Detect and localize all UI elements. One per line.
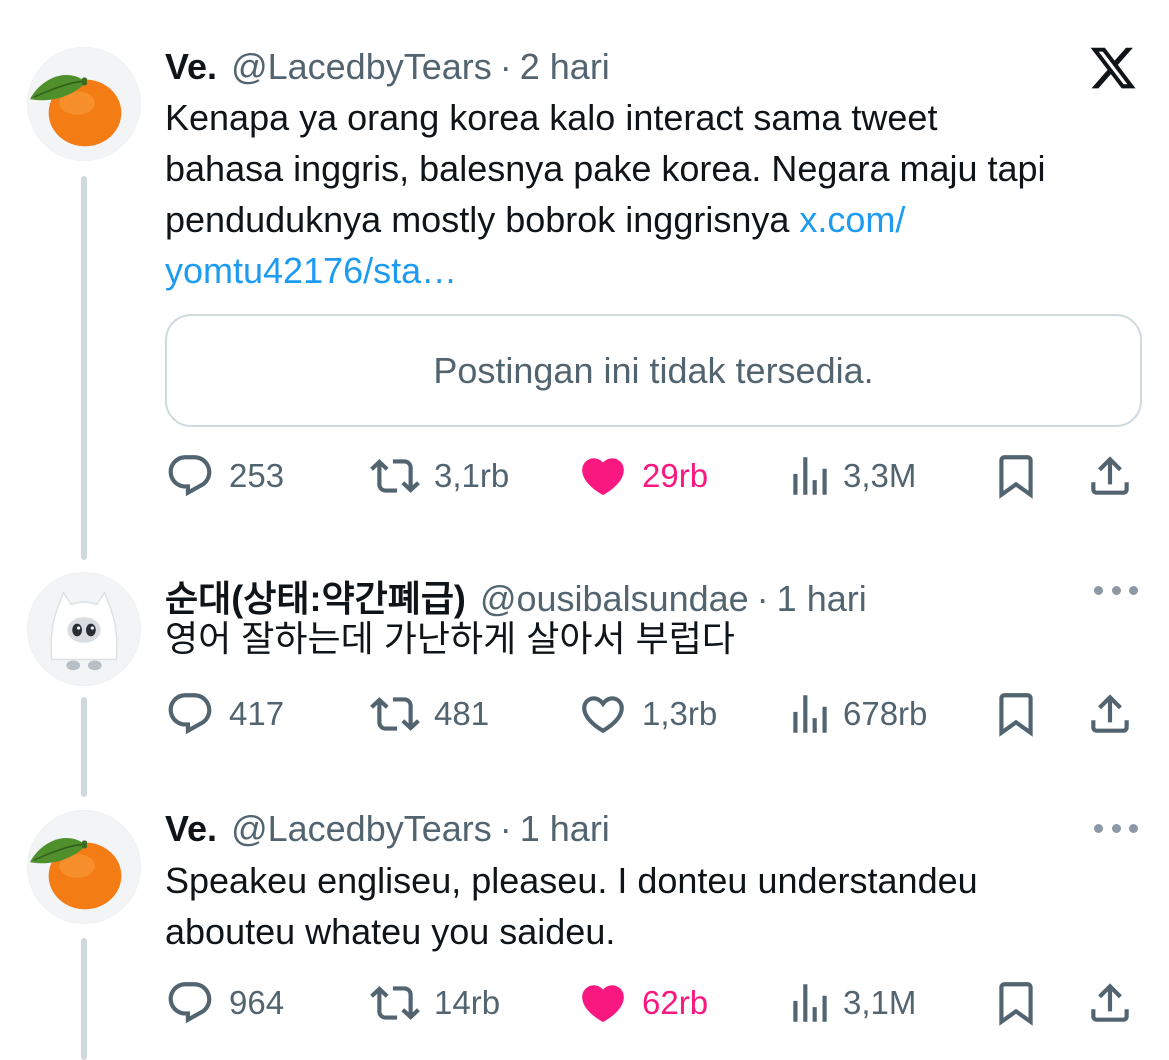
views-count: 3,3M <box>843 457 917 494</box>
tweet-text-line: yomtu42176/sta… <box>165 245 1046 296</box>
bookmark-button[interactable] <box>991 684 1041 744</box>
more-dot <box>1129 585 1138 595</box>
reply-button[interactable]: 417 <box>165 684 284 744</box>
separator-dot: · <box>499 808 512 849</box>
tweet-text-line: abouteu whateu you saideu. <box>165 911 616 952</box>
separator-dot: · <box>756 578 769 619</box>
reply-icon <box>168 455 212 497</box>
tweet-text-line: 영어 잘하는데 가난하게 살아서 부럽다 <box>165 618 735 659</box>
avatar[interactable] <box>27 47 141 161</box>
action-bar: 417 481 1,3rb 678rb <box>165 684 1140 744</box>
display-name[interactable]: Ve. <box>165 46 217 88</box>
timestamp[interactable]: 1 hari <box>520 808 610 850</box>
display-name[interactable]: Ve. <box>165 808 217 850</box>
quoted-post-unavailable: Postingan ini tidak tersedia. <box>165 314 1142 427</box>
avatar[interactable] <box>27 572 141 686</box>
reply-count: 417 <box>229 695 285 732</box>
like-count: 29rb <box>642 457 709 494</box>
bookmark-button[interactable] <box>991 973 1041 1033</box>
reply-count: 253 <box>229 457 285 494</box>
tweet-text-fragment: penduduknya mostly bobrok inggrisnya <box>165 199 800 240</box>
reply-button[interactable]: 964 <box>165 973 284 1033</box>
like-button[interactable]: 1,3rb <box>578 684 717 744</box>
timestamp[interactable]: 2 hari <box>520 46 610 88</box>
reply-button[interactable]: 253 <box>165 446 284 506</box>
views-count: 3,1M <box>843 984 917 1021</box>
tweet-header: Ve. @LacedbyTears · 2 hari <box>165 46 610 88</box>
retweet-icon <box>370 459 420 493</box>
heart-filled-icon <box>582 458 624 496</box>
tweet-text: Kenapa ya orang korea kalo interact sama… <box>165 92 1046 296</box>
share-button[interactable] <box>1085 973 1135 1033</box>
views-button[interactable]: 3,1M <box>785 973 916 1033</box>
retweet-button[interactable]: 481 <box>370 684 489 744</box>
views-count: 678rb <box>843 695 928 732</box>
retweet-icon <box>370 986 420 1020</box>
views-chart-icon <box>793 984 827 1022</box>
views-chart-icon <box>793 695 827 733</box>
unavailable-message: Postingan ini tidak tersedia. <box>433 349 874 391</box>
retweet-count: 14rb <box>434 984 501 1021</box>
user-handle[interactable]: @LacedbyTears <box>231 46 492 88</box>
more-dot <box>1094 585 1103 595</box>
views-button[interactable]: 678rb <box>785 684 927 744</box>
thread-line <box>81 697 87 797</box>
share-icon <box>1091 694 1129 733</box>
more-options-button[interactable] <box>1094 818 1138 838</box>
tweet-text: Speakeu engliseu, pleaseu. I donteu unde… <box>165 855 978 957</box>
tweet-text-line: bahasa inggris, balesnya pake korea. Neg… <box>165 148 1046 189</box>
ghost-character-icon <box>28 573 140 685</box>
tangerine-icon <box>28 48 140 160</box>
more-dot <box>1094 823 1103 833</box>
share-button[interactable] <box>1085 684 1135 744</box>
share-icon <box>1091 983 1129 1022</box>
bookmark-icon <box>999 982 1033 1026</box>
like-button[interactable]: 62rb <box>578 973 708 1033</box>
thread-line <box>81 176 87 560</box>
bookmark-button[interactable] <box>991 446 1041 506</box>
thread-line <box>81 938 87 1060</box>
more-dot <box>1111 585 1121 595</box>
share-icon <box>1091 456 1129 495</box>
separator-dot: · <box>499 46 512 87</box>
heart-outline-icon <box>582 696 624 734</box>
tweet-link[interactable]: yomtu42176/sta… <box>165 250 457 291</box>
reply-icon <box>168 982 212 1024</box>
reply-icon <box>168 693 212 735</box>
more-dot <box>1111 823 1121 833</box>
like-count: 1,3rb <box>642 695 718 732</box>
retweet-button[interactable]: 3,1rb <box>370 446 509 506</box>
more-dot <box>1129 823 1138 833</box>
bookmark-icon <box>999 693 1033 737</box>
like-button[interactable]: 29rb <box>578 446 708 506</box>
action-bar: 964 14rb 62rb 3,1M <box>165 973 1140 1033</box>
tweet-text-line: penduduknya mostly bobrok inggrisnya x.c… <box>165 194 1046 245</box>
heart-filled-icon <box>582 985 624 1023</box>
tweet-link[interactable]: x.com/ <box>799 199 905 240</box>
views-button[interactable]: 3,3M <box>785 446 916 506</box>
timestamp[interactable]: 1 hari <box>777 578 867 620</box>
bookmark-icon <box>999 455 1033 499</box>
views-chart-icon <box>793 457 827 495</box>
reply-count: 964 <box>229 984 285 1021</box>
tweet-text: 영어 잘하는데 가난하게 살아서 부럽다 <box>165 613 735 664</box>
share-button[interactable] <box>1085 446 1135 506</box>
tweet-text-line: Speakeu engliseu, pleaseu. I donteu unde… <box>165 860 978 901</box>
retweet-icon <box>370 697 420 731</box>
tweet-text-line: Kenapa ya orang korea kalo interact sama… <box>165 97 938 138</box>
tweet-header: Ve. @LacedbyTears · 1 hari <box>165 808 610 850</box>
user-handle[interactable]: @LacedbyTears <box>231 808 492 850</box>
more-options-button[interactable] <box>1094 580 1138 600</box>
action-bar: 253 3,1rb 29rb 3,3M <box>165 446 1140 506</box>
retweet-count: 3,1rb <box>434 457 510 494</box>
retweet-count: 481 <box>434 695 490 732</box>
x-logo-icon[interactable] <box>1088 43 1138 93</box>
avatar[interactable] <box>27 810 141 924</box>
retweet-button[interactable]: 14rb <box>370 973 500 1033</box>
tangerine-icon <box>28 811 140 923</box>
like-count: 62rb <box>642 984 709 1021</box>
